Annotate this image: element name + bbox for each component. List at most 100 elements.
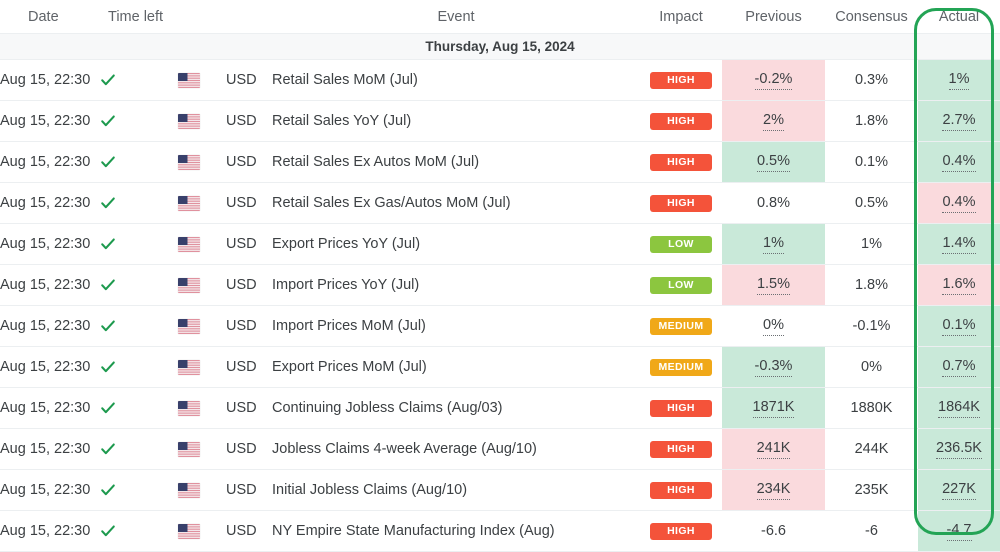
cell-country-flag [178,511,226,552]
consensus-value: 0% [861,358,882,376]
column-header-impact[interactable]: Impact [640,0,722,34]
check-icon [100,359,116,375]
cell-impact: LOW [640,224,722,265]
table-row[interactable]: Aug 15, 22:30USDContinuing Jobless Claim… [0,388,1000,429]
previous-value: -0.3% [755,357,793,377]
cell-event-name[interactable]: Retail Sales Ex Gas/Autos MoM (Jul) [272,183,640,224]
impact-badge: HIGH [650,400,712,418]
cell-event-name[interactable]: Retail Sales Ex Autos MoM (Jul) [272,142,640,183]
cell-actual-value: 0.4% [918,183,1000,224]
previous-value: 0% [763,316,784,336]
consensus-value: 1.8% [855,112,888,130]
economic-calendar-table: Date Time left Event Impact Previous Con… [0,0,1000,552]
cell-consensus-value: -0.1% [825,306,918,347]
cell-consensus-value: 1880K [825,388,918,429]
cell-date: Aug 15, 22:30 [0,265,100,306]
check-icon [100,441,116,457]
cell-event-name[interactable]: Import Prices MoM (Jul) [272,306,640,347]
cell-event-name[interactable]: Export Prices MoM (Jul) [272,347,640,388]
impact-badge: HIGH [650,113,712,131]
column-header-date[interactable]: Date [0,0,100,34]
cell-country-flag [178,347,226,388]
cell-event-name[interactable]: Initial Jobless Claims (Aug/10) [272,470,640,511]
actual-value: 227K [942,480,976,500]
day-separator-row: Thursday, Aug 15, 2024 [0,34,1000,60]
cell-event-name[interactable]: NY Empire State Manufacturing Index (Aug… [272,511,640,552]
cell-currency: USD [226,183,272,224]
table-row[interactable]: Aug 15, 22:30USDImport Prices YoY (Jul)L… [0,265,1000,306]
column-header-time-left[interactable]: Time left [100,0,178,34]
cell-consensus-value: 235K [825,470,918,511]
cell-date: Aug 15, 22:30 [0,183,100,224]
actual-value: 0.7% [942,357,975,377]
cell-time-left [100,429,178,470]
consensus-value: 0.3% [855,71,888,89]
previous-value: -0.2% [755,70,793,90]
actual-value: 0.4% [942,193,975,213]
previous-value: 1.5% [757,275,790,295]
actual-value: 1% [949,70,970,90]
cell-date: Aug 15, 22:30 [0,60,100,101]
cell-impact: HIGH [640,142,722,183]
cell-time-left [100,306,178,347]
previous-value: 234K [757,480,791,500]
us-flag-icon [178,73,200,88]
impact-badge: MEDIUM [650,318,712,336]
cell-currency: USD [226,101,272,142]
consensus-value: 1.8% [855,276,888,294]
table-row[interactable]: Aug 15, 22:30 USDRetail Sales Ex Gas/Auto… [0,183,1000,224]
column-header-flag [178,0,226,34]
us-flag-icon [178,524,200,539]
cell-time-left [100,101,178,142]
cell-event-name[interactable]: Jobless Claims 4-week Average (Aug/10) [272,429,640,470]
table-body: Thursday, Aug 15, 2024 Aug 15, 22:30USDR… [0,34,1000,552]
cell-event-name[interactable]: Retail Sales MoM (Jul) [272,60,640,101]
cell-event-name[interactable]: Export Prices YoY (Jul) [272,224,640,265]
cell-previous-value: 241K [722,429,825,470]
cell-event-name[interactable]: Import Prices YoY (Jul) [272,265,640,306]
cell-consensus-value: 0% [825,347,918,388]
column-header-actual[interactable]: Actual [918,0,1000,34]
cell-consensus-value: 1% [825,224,918,265]
cell-date: Aug 15, 22:30 [0,142,100,183]
economic-calendar: Date Time left Event Impact Previous Con… [0,0,1000,540]
consensus-value: 0.1% [855,153,888,171]
impact-badge: HIGH [650,523,712,541]
cell-currency: USD [226,388,272,429]
cell-country-flag [178,60,226,101]
column-header-event[interactable]: Event [272,0,640,34]
cell-event-name[interactable]: Continuing Jobless Claims (Aug/03) [272,388,640,429]
table-row[interactable]: Aug 15, 22:30USDNY Empire State Manufact… [0,511,1000,552]
actual-value: 0.1% [942,316,975,336]
cell-actual-value: 1864K [918,388,1000,429]
day-separator-label: Thursday, Aug 15, 2024 [0,34,1000,60]
table-row[interactable]: Aug 15, 22:30USDExport Prices YoY (Jul)L… [0,224,1000,265]
cell-currency: USD [226,347,272,388]
cell-country-flag [178,183,226,224]
impact-badge: HIGH [650,441,712,459]
table-row[interactable]: Aug 15, 22:30USDInitial Jobless Claims (… [0,470,1000,511]
cell-currency: USD [226,224,272,265]
cell-event-name[interactable]: Retail Sales YoY (Jul) [272,101,640,142]
table-row[interactable]: Aug 15, 22:30USDImport Prices MoM (Jul)M… [0,306,1000,347]
cell-consensus-value: 0.5% [825,183,918,224]
cell-consensus-value: -6 [825,511,918,552]
cell-country-flag [178,101,226,142]
column-header-consensus[interactable]: Consensus [825,0,918,34]
check-icon [100,154,116,170]
table-row[interactable]: Aug 15, 22:30USDRetail Sales Ex Autos Mo… [0,142,1000,183]
table-row[interactable]: Aug 15, 22:30USDRetail Sales MoM (Jul)HI… [0,60,1000,101]
table-row[interactable]: Aug 15, 22:30USDRetail Sales YoY (Jul)HI… [0,101,1000,142]
table-row[interactable]: Aug 15, 22:30USDExport Prices MoM (Jul)M… [0,347,1000,388]
cell-country-flag [178,470,226,511]
table-row[interactable]: Aug 15, 22:30USDJobless Claims 4-week Av… [0,429,1000,470]
actual-value: 1.4% [942,234,975,254]
cell-previous-value: -0.3% [722,347,825,388]
cell-consensus-value: 1.8% [825,265,918,306]
consensus-value: -0.1% [853,317,891,335]
cell-actual-value: 1% [918,60,1000,101]
check-icon [100,195,116,211]
column-header-previous[interactable]: Previous [722,0,825,34]
us-flag-icon [178,114,200,129]
us-flag-icon [178,237,200,252]
